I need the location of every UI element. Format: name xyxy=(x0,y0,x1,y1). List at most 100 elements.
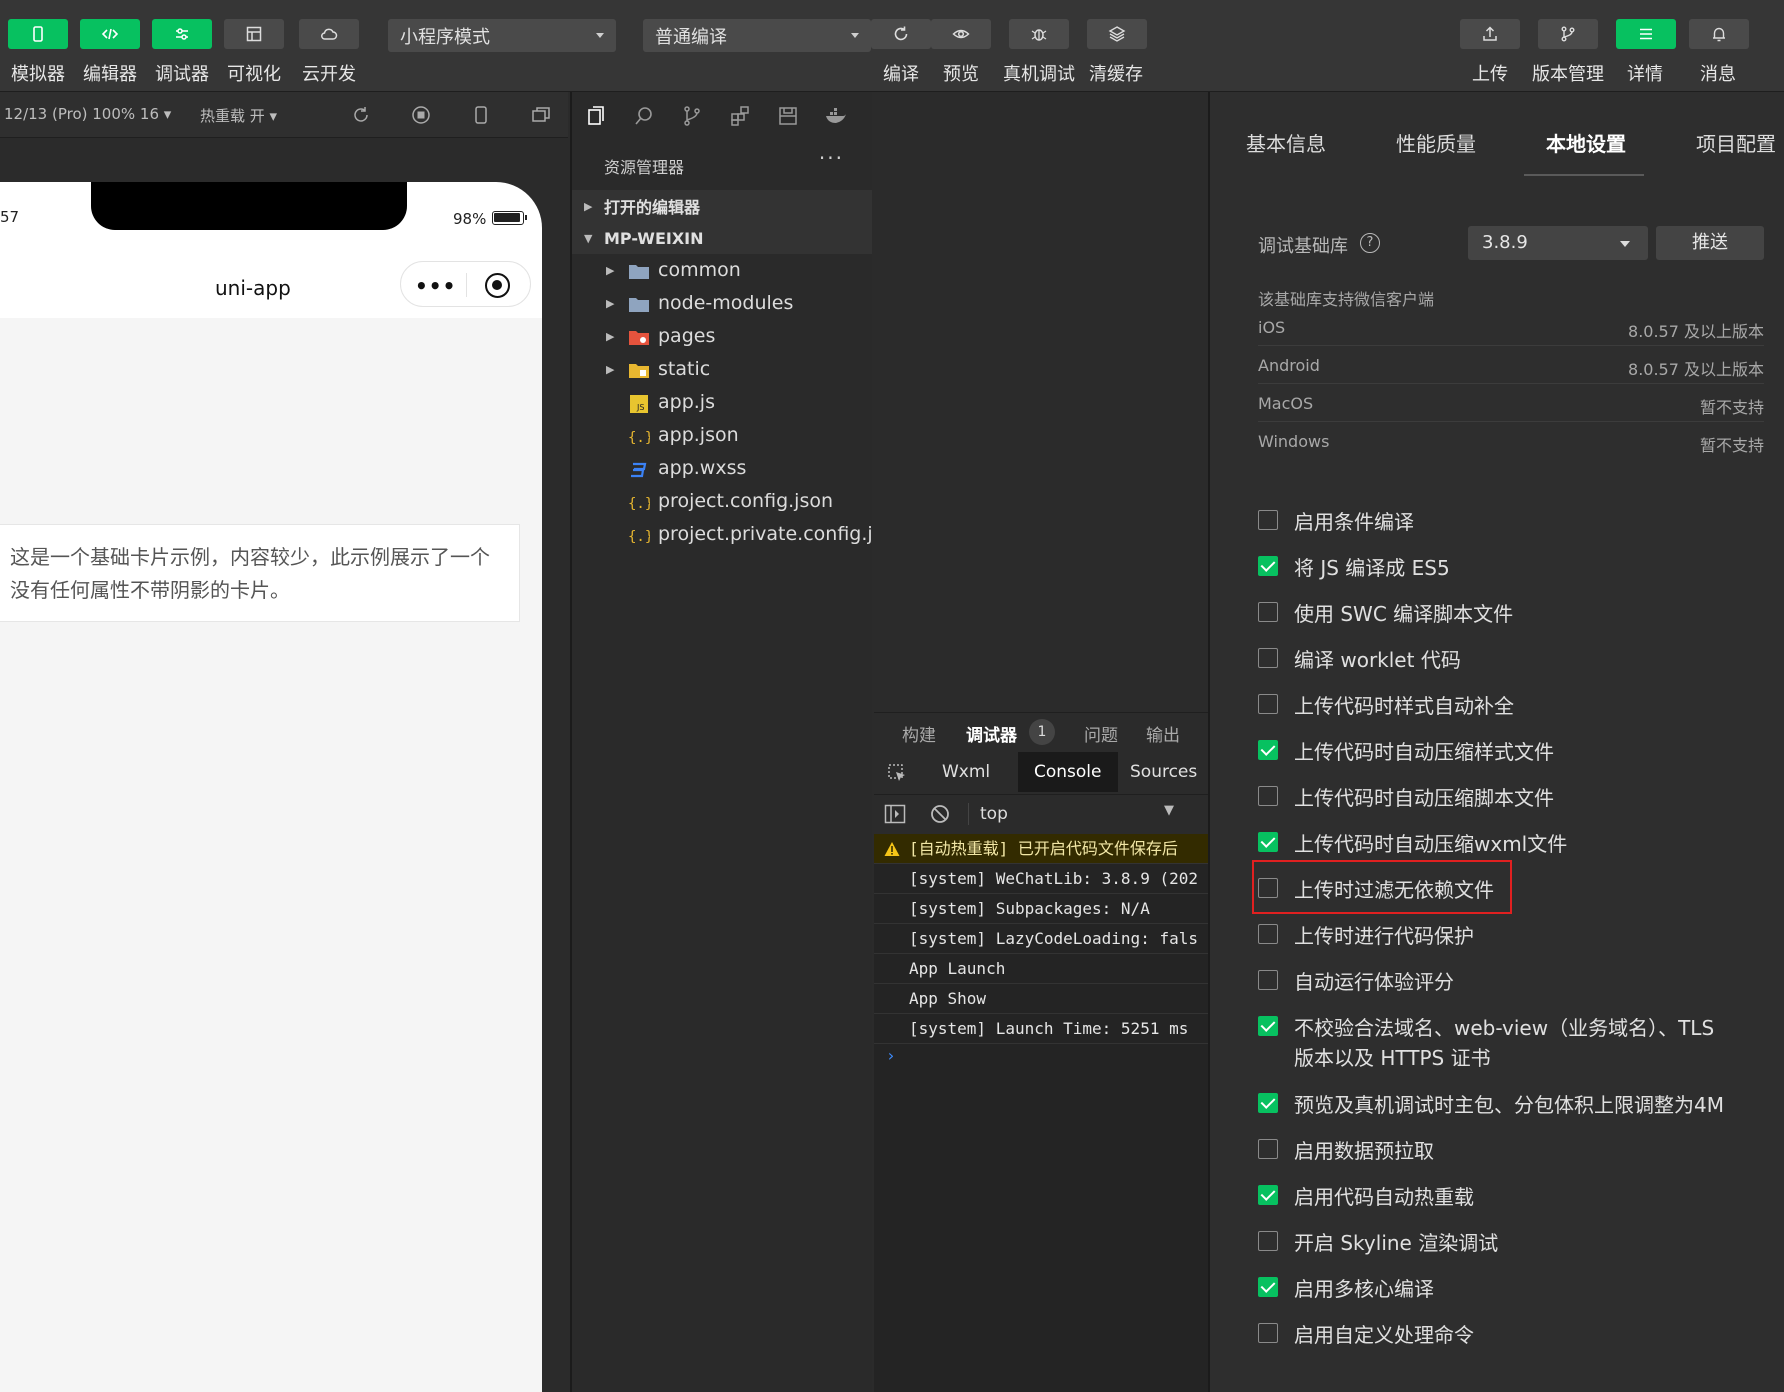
preview-button[interactable] xyxy=(931,19,991,49)
console-line-text: [system] Launch Time: 5251 ms xyxy=(909,1019,1189,1038)
version-control-button[interactable] xyxy=(1538,19,1598,49)
tree-item-node-modules[interactable]: ▶ node-modules xyxy=(572,289,874,322)
tree-item-project-config[interactable]: {.} project.config.json xyxy=(572,487,874,520)
checkbox-unchecked[interactable] xyxy=(1258,924,1278,944)
setting-option-label: 启用条件编译 xyxy=(1294,510,1414,534)
css-file-icon xyxy=(631,462,647,478)
compile-button[interactable] xyxy=(871,19,931,49)
inspect-element-icon[interactable] xyxy=(886,762,908,784)
setting-option-label: 启用多核心编译 xyxy=(1294,1277,1434,1301)
storage-icon[interactable] xyxy=(776,104,800,128)
mode-select[interactable]: 小程序模式 xyxy=(388,19,616,52)
push-button[interactable]: 推送 xyxy=(1656,226,1764,260)
chevron-down-icon xyxy=(596,33,604,38)
upload-button[interactable] xyxy=(1460,19,1520,49)
tab-basic-info[interactable]: 基本信息 xyxy=(1246,128,1326,157)
details-button[interactable] xyxy=(1616,19,1676,49)
checkbox-checked[interactable] xyxy=(1258,1277,1278,1297)
editor-toggle-button[interactable] xyxy=(80,19,140,49)
checkbox-unchecked[interactable] xyxy=(1258,1231,1278,1251)
tree-item-common[interactable]: ▶ common xyxy=(572,256,874,289)
checkbox-unchecked[interactable] xyxy=(1258,1139,1278,1159)
tab-output[interactable]: 输出 xyxy=(1146,721,1180,746)
json-file-icon: {.} xyxy=(628,529,650,545)
console-prompt[interactable]: › xyxy=(886,1046,896,1065)
checkbox-unchecked[interactable] xyxy=(1258,970,1278,990)
tab-wxml[interactable]: Wxml xyxy=(926,752,1006,792)
tab-performance[interactable]: 性能质量 xyxy=(1396,128,1476,157)
chevron-right-icon: ▶ xyxy=(606,363,615,376)
tree-item-app-json[interactable]: {.} app.json xyxy=(572,421,874,454)
more-dots-icon[interactable]: ••• xyxy=(415,274,456,298)
context-select[interactable]: top xyxy=(980,804,1008,824)
docker-icon[interactable] xyxy=(824,104,848,128)
checkbox-unchecked[interactable] xyxy=(1258,602,1278,622)
cloud-dev-button[interactable] xyxy=(299,19,359,49)
bug-icon xyxy=(1031,29,1047,41)
help-icon[interactable]: ? xyxy=(1360,233,1380,253)
mp-weixin-section[interactable]: ▼ MP-WEIXIN xyxy=(572,222,874,254)
svg-text:{.}: {.} xyxy=(628,529,650,545)
files-icon[interactable] xyxy=(584,104,608,128)
base-lib-select[interactable]: 3.8.9 xyxy=(1468,226,1648,260)
tree-item-pages[interactable]: ▶ pages xyxy=(572,322,874,355)
checkbox-checked[interactable] xyxy=(1258,556,1278,576)
eye-icon xyxy=(952,29,970,39)
checkbox-unchecked[interactable] xyxy=(1258,786,1278,806)
detach-window-icon[interactable] xyxy=(530,104,552,126)
tree-item-app-wxss[interactable]: app.wxss xyxy=(572,454,874,487)
tab-project-config[interactable]: 项目配置 xyxy=(1696,128,1776,157)
checkbox-unchecked[interactable] xyxy=(1258,510,1278,530)
debugger-toggle-button[interactable] xyxy=(152,19,212,49)
tree-item-static[interactable]: ▶ static xyxy=(572,355,874,388)
clear-console-icon[interactable] xyxy=(930,804,950,824)
checkbox-checked[interactable] xyxy=(1258,832,1278,852)
pages-folder-icon xyxy=(629,331,649,345)
support-value: 8.0.57 及以上版本 xyxy=(1628,360,1764,379)
rotate-icon[interactable] xyxy=(350,104,372,126)
more-icon[interactable]: ··· xyxy=(819,146,844,170)
layout-icon xyxy=(246,26,262,42)
setting-option-label: 自动运行体验评分 xyxy=(1294,970,1454,994)
visual-toggle-button[interactable] xyxy=(224,19,284,49)
chevron-right-icon: ▶ xyxy=(606,330,615,343)
chevron-down-icon[interactable]: ▼ xyxy=(1164,803,1174,818)
checkbox-unchecked[interactable] xyxy=(1258,1323,1278,1343)
tab-debugger[interactable]: 调试器 xyxy=(966,721,1017,746)
tab-problems[interactable]: 问题 xyxy=(1084,721,1118,746)
setting-option-label: 不校验合法域名、web-view（业务域名）、TLS 版本以及 HTTPS 证书 xyxy=(1294,1016,1715,1070)
version-control-label: 版本管理 xyxy=(1532,64,1604,85)
svg-text:JS: JS xyxy=(636,403,644,412)
compile-select[interactable]: 普通编译 xyxy=(643,19,871,52)
tree-item-project-private-config[interactable]: {.} project.private.config.js... xyxy=(572,520,901,553)
tab-build[interactable]: 构建 xyxy=(902,721,936,746)
checkbox-checked[interactable] xyxy=(1258,1016,1278,1036)
checkbox-unchecked[interactable] xyxy=(1258,694,1278,714)
simulator-toggle-button[interactable] xyxy=(8,19,68,49)
stop-icon[interactable] xyxy=(410,104,432,126)
messages-button[interactable] xyxy=(1689,19,1749,49)
sidebar-toggle-icon[interactable] xyxy=(884,804,906,824)
device-icon[interactable] xyxy=(470,104,492,126)
tree-item-app-js[interactable]: JS app.js xyxy=(572,388,874,421)
open-editors-section[interactable]: ▶ 打开的编辑器 xyxy=(572,190,874,222)
checkbox-unchecked[interactable] xyxy=(1258,648,1278,668)
source-control-icon[interactable] xyxy=(680,104,704,128)
close-target-icon[interactable] xyxy=(485,273,510,298)
extensions-icon[interactable] xyxy=(728,104,752,128)
checkbox-checked[interactable] xyxy=(1258,1185,1278,1205)
clear-cache-label: 清缓存 xyxy=(1089,64,1143,85)
console-line-text: App Launch xyxy=(909,959,1006,978)
checkbox-checked[interactable] xyxy=(1258,740,1278,760)
remote-debug-label: 真机调试 xyxy=(1003,64,1075,85)
capsule-menu[interactable]: ••• xyxy=(400,261,531,307)
remote-debug-button[interactable] xyxy=(1009,19,1069,49)
search-icon[interactable] xyxy=(632,104,656,128)
tab-console[interactable]: Console xyxy=(1018,752,1118,792)
tab-sources[interactable]: Sources xyxy=(1114,752,1213,792)
tab-local-settings[interactable]: 本地设置 xyxy=(1546,128,1626,157)
hot-reload-select[interactable]: 热重载 开 ▾ xyxy=(200,105,277,126)
device-select[interactable]: 12/13 (Pro) 100% 16 ▾ xyxy=(4,105,171,123)
checkbox-checked[interactable] xyxy=(1258,1093,1278,1113)
clear-cache-button[interactable] xyxy=(1087,19,1147,49)
